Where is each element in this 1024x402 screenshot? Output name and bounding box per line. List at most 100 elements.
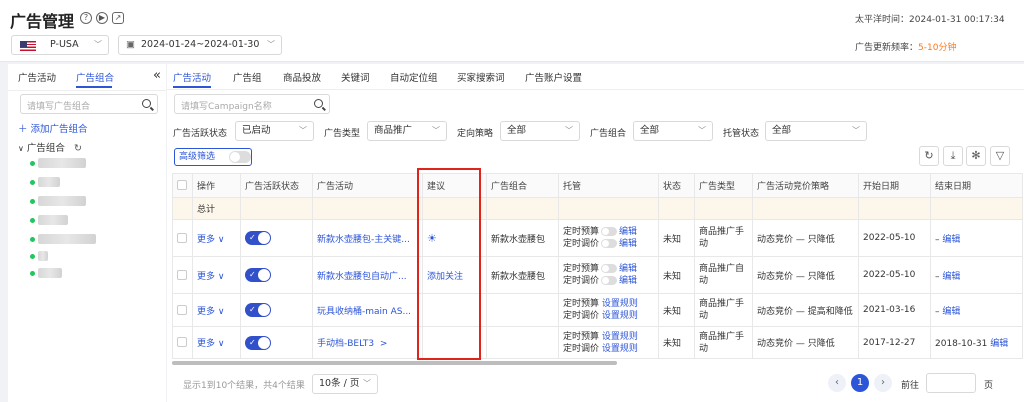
page-size-select[interactable]: 10条 / 页 ﹀ [312, 374, 378, 394]
portfolio-item[interactable] [38, 196, 86, 206]
select-all-checkbox[interactable] [177, 180, 187, 191]
portfolio-group-header[interactable]: ∨ 广告组合 ↻ [18, 140, 82, 154]
prev-page-button[interactable]: ‹ [828, 374, 846, 392]
portfolio-item[interactable] [38, 158, 86, 168]
budget-label: 定时预算 [563, 227, 600, 237]
advanced-filter-button[interactable]: 高级筛选 [174, 148, 252, 166]
campaign-search-input[interactable]: 请填写Campaign名称 [174, 94, 330, 114]
budget-rule-link[interactable]: 设置规则 [602, 332, 638, 342]
filter-active-status[interactable]: 已启动 ﹀ [235, 121, 314, 141]
portfolio-item[interactable] [38, 251, 48, 261]
filter-targeting[interactable]: 全部 ﹀ [500, 121, 580, 141]
calendar-icon: ▣ [126, 39, 135, 50]
end-date-edit-link[interactable]: 编辑 [942, 235, 960, 245]
bid-rule-link[interactable]: 设置规则 [602, 344, 638, 354]
tab-search-terms[interactable]: 买家搜索词 [457, 70, 505, 84]
advanced-filter-toggle[interactable] [229, 151, 251, 163]
filter-ad-type[interactable]: 商品推广 ﹀ [367, 121, 447, 141]
start-date-cell: 2022-05-10 [858, 256, 931, 294]
end-date-edit-link[interactable]: 编辑 [942, 272, 960, 282]
next-page-button[interactable]: › [874, 374, 892, 392]
add-portfolio-button[interactable]: ＋ 添加广告组合 [18, 121, 88, 135]
goto-page-input[interactable] [926, 373, 976, 393]
portfolio-item[interactable] [38, 177, 60, 187]
horizontal-scrollbar[interactable] [172, 361, 617, 365]
portfolio-group-label: 广告组合 [26, 143, 65, 154]
campaign-link[interactable]: 手动档-BELT3 > [312, 326, 423, 359]
more-actions-button[interactable]: 更多 ∨ [192, 219, 241, 257]
date-range-picker[interactable]: ▣ 2024-01-24~2024-01-30 ﹀ [118, 35, 282, 55]
table-row[interactable]: 更多 ∨ 手动档-BELT3 > 定时预算 设置规则 定时调价 设置规则 未知 … [172, 326, 1023, 359]
tab-auto-targeting[interactable]: 自动定位组 [390, 70, 438, 84]
managed-cell: 定时预算 设置规则 定时调价 设置规则 [558, 326, 659, 359]
row-checkbox[interactable] [177, 232, 187, 243]
portfolio-item[interactable] [38, 215, 68, 225]
active-toggle[interactable] [245, 303, 271, 317]
row-checkbox[interactable] [177, 304, 187, 315]
sidebar-tab-portfolios[interactable]: 广告组合 [76, 70, 114, 84]
active-toggle[interactable] [245, 231, 271, 245]
table-header-row: 操作 广告活跃状态 广告活动 建议 广告组合 托管 状态 广告类型 广告活动竞价… [172, 173, 1023, 198]
header-checkbox-cell[interactable] [172, 173, 193, 198]
active-toggle[interactable] [245, 268, 271, 282]
chevron-right-icon: > [379, 339, 388, 349]
store-select[interactable]: P-USA ﹀ [11, 35, 109, 55]
tab-ad-groups[interactable]: 广告组 [233, 70, 262, 84]
budget-edit-link[interactable]: 编辑 [619, 227, 637, 237]
settings-icon[interactable]: ✻ [966, 146, 986, 166]
filter-portfolio[interactable]: 全部 ﹀ [633, 121, 713, 141]
budget-toggle[interactable] [601, 227, 618, 236]
search-icon[interactable] [142, 99, 151, 108]
row-checkbox[interactable] [177, 269, 187, 280]
campaign-link[interactable]: 玩具收纳桶-main AS... [312, 293, 423, 327]
portfolio-item[interactable] [38, 268, 62, 278]
bid-rule-link[interactable]: 设置规则 [602, 311, 638, 321]
more-actions-button[interactable]: 更多 ∨ [192, 256, 241, 294]
budget-toggle[interactable] [601, 264, 618, 273]
end-date-cell: – 编辑 [930, 219, 1023, 257]
filter-managed-value: 全部 [772, 125, 792, 136]
portfolio-item[interactable] [38, 234, 96, 244]
sidebar-tab-campaigns[interactable]: 广告活动 [18, 70, 56, 84]
active-toggle[interactable] [245, 335, 271, 350]
table-row[interactable]: 更多 ∨ 新款水壶腰包-主关键... ☀ 新款水壶腰包 定时预算编辑 定时调价编… [172, 219, 1023, 257]
filter-managed[interactable]: 全部 ﹀ [765, 121, 867, 141]
bid-toggle[interactable] [601, 239, 618, 248]
tab-campaigns[interactable]: 广告活动 [173, 70, 211, 84]
portfolio-search-placeholder: 请填写广告组合 [27, 102, 91, 112]
search-icon[interactable] [314, 99, 323, 108]
portfolio-search-input[interactable]: 请填写广告组合 [20, 94, 158, 114]
play-icon[interactable]: ▶ [96, 12, 108, 24]
timezone-value: 2024-01-31 00:17:34 [909, 15, 1005, 25]
bid-toggle[interactable] [601, 276, 618, 285]
refresh-icon[interactable]: ↻ [919, 146, 939, 166]
campaign-link[interactable]: 新款水壶腰包-主关键... [312, 219, 423, 257]
share-icon[interactable]: ↗ [112, 12, 124, 24]
table-row[interactable]: 更多 ∨ 玩具收纳桶-main AS... 定时预算 设置规则 定时调价 设置规… [172, 293, 1023, 327]
download-icon[interactable]: ⤓ [943, 146, 963, 166]
budget-edit-link[interactable]: 编辑 [619, 264, 637, 274]
end-date-edit-link[interactable]: 编辑 [942, 307, 960, 317]
chevron-down-icon: ﹀ [299, 126, 307, 135]
more-actions-button[interactable]: 更多 ∨ [192, 326, 241, 359]
bid-label: 定时调价 [563, 343, 600, 354]
more-actions-button[interactable]: 更多 ∨ [192, 293, 241, 327]
table-row[interactable]: 更多 ∨ 新款水壶腰包自动广... 添加关注 新款水壶腰包 定时预算编辑 定时调… [172, 256, 1023, 294]
filter-icon[interactable]: ▽ [990, 146, 1010, 166]
tab-product-targeting[interactable]: 商品投放 [283, 70, 321, 84]
campaign-link[interactable]: 新款水壶腰包自动广... [312, 256, 423, 294]
portfolio-cell: 新款水壶腰包 [486, 256, 559, 294]
status-dot [30, 218, 35, 223]
tab-keywords[interactable]: 关键词 [341, 70, 370, 84]
help-icon[interactable]: ? [80, 12, 92, 24]
bid-edit-link[interactable]: 编辑 [619, 276, 637, 286]
tab-account-settings[interactable]: 广告账户设置 [525, 70, 582, 84]
refresh-icon[interactable]: ↻ [74, 143, 82, 154]
bid-edit-link[interactable]: 编辑 [619, 239, 637, 249]
total-row: 总计 [172, 197, 1023, 220]
end-date-edit-link[interactable]: 编辑 [990, 339, 1008, 349]
budget-rule-link[interactable]: 设置规则 [602, 299, 638, 309]
page-number-button[interactable]: 1 [851, 374, 869, 392]
row-checkbox[interactable] [177, 337, 187, 348]
collapse-icon[interactable]: « [153, 68, 161, 83]
